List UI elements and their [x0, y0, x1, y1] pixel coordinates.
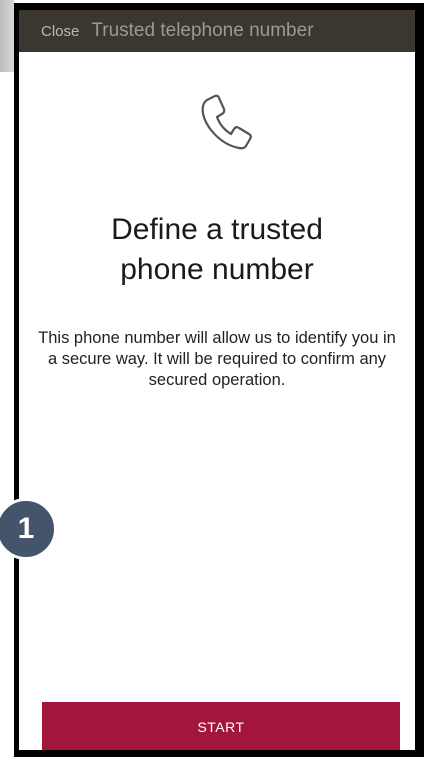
start-button[interactable]: START — [42, 702, 400, 750]
phone-icon — [193, 90, 257, 154]
page-heading: Define a trusted phone number — [19, 210, 415, 290]
screen-title: Trusted telephone number — [91, 20, 314, 41]
close-button[interactable]: Close — [41, 23, 79, 40]
screenshot-page: Close Trusted telephone number Define a … — [0, 0, 424, 757]
heading-line-1: Define a trusted — [111, 213, 323, 246]
app-screen: Close Trusted telephone number Define a … — [19, 10, 415, 750]
frame-edge — [0, 0, 14, 72]
phone-frame: Close Trusted telephone number Define a … — [14, 3, 424, 757]
top-bar: Close Trusted telephone number — [19, 10, 415, 52]
description-text: This phone number will allow us to ident… — [38, 329, 396, 389]
heading-line-2: phone number — [120, 253, 314, 286]
